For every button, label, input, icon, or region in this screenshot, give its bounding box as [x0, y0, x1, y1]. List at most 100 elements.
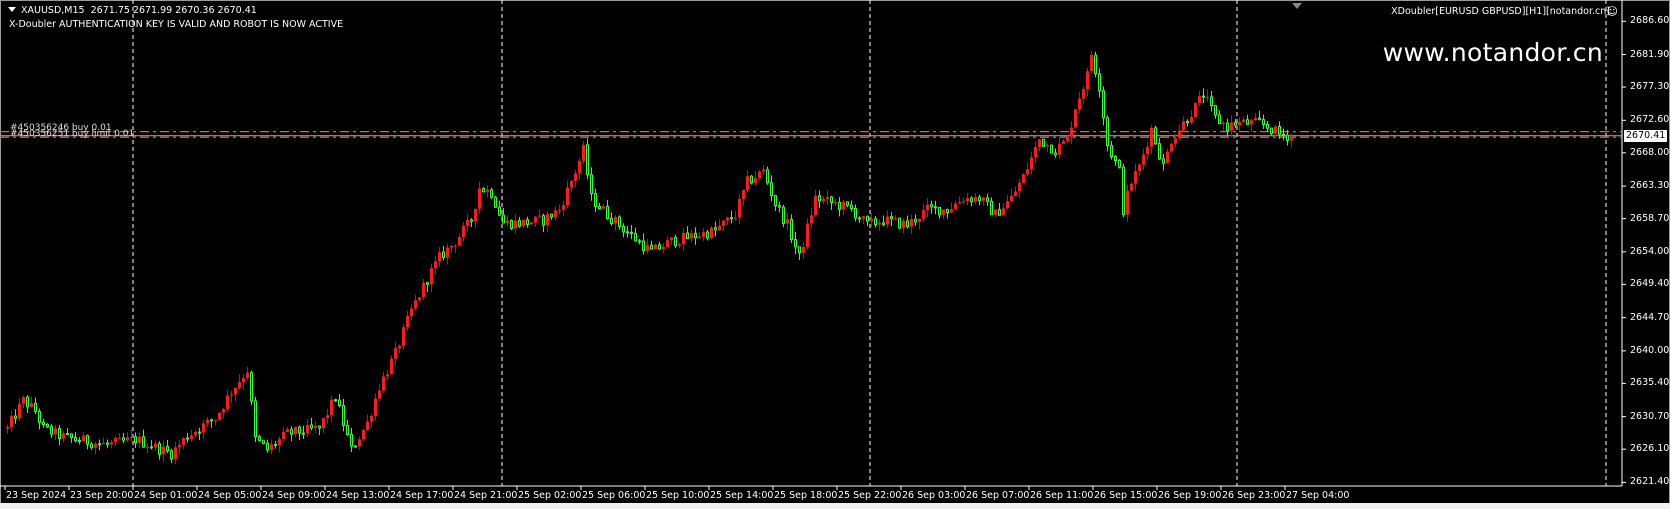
candle-body-bull: [1190, 117, 1193, 123]
candle-body-bull: [862, 216, 865, 219]
candle-body-bull: [538, 215, 541, 217]
candle-body-bull: [438, 252, 441, 262]
candle-body-bull: [306, 424, 309, 434]
candle-body-bull: [662, 246, 665, 250]
candle-body-bull: [702, 232, 705, 237]
time-tick-label: 25 Sep 10:00: [646, 490, 710, 501]
candle-body-bull: [962, 201, 965, 203]
candle-body-bear: [1114, 156, 1117, 162]
candle-body-bull: [922, 210, 925, 219]
candle-body-bear: [142, 436, 145, 448]
candle-body-bull: [414, 300, 417, 309]
candle-body-bear: [798, 246, 801, 254]
candle-body-bear: [134, 436, 137, 444]
price-tick-label: 2644.70: [1630, 311, 1670, 323]
candle-body-bull: [358, 439, 361, 447]
candle-body-bear: [1122, 166, 1125, 216]
candle-body-bear: [686, 232, 689, 239]
symbol-name: XAUUSD,M15: [21, 5, 85, 16]
price-tick-label: 2681.90: [1630, 48, 1670, 60]
candle-body-bull: [710, 227, 713, 238]
price-tick-label: 2654.00: [1630, 245, 1670, 257]
order-label-buy-limit[interactable]: #450356251 buy limit 0.01: [10, 129, 134, 139]
candle-body-bear: [882, 222, 885, 225]
candle-body-bear: [938, 206, 941, 216]
candle-body-bull: [450, 245, 453, 248]
candle-body-bull: [958, 202, 961, 204]
candle-body-bull: [754, 178, 757, 183]
time-tick-label: 24 Sep 21:00: [454, 490, 518, 501]
candle-body-bear: [1106, 117, 1109, 147]
candle-body-bear: [914, 218, 917, 223]
candle-body-bull: [826, 197, 829, 199]
candle-body-bull: [110, 442, 113, 445]
candle-body-bull: [562, 205, 565, 210]
price-tick-label: 2677.30: [1630, 81, 1670, 93]
candle-body-bull: [1074, 109, 1077, 128]
candle-body-bear: [854, 208, 857, 219]
candle-body-bull: [574, 173, 577, 182]
price-tick-label: 2658.70: [1630, 212, 1670, 224]
candle-body-bull: [6, 426, 9, 429]
candle-body-bear: [706, 231, 709, 239]
candle-body-bear: [830, 196, 833, 203]
candle-body-bull: [982, 197, 985, 201]
candle-body-bear: [1210, 96, 1213, 107]
candle-body-bull: [114, 438, 117, 443]
candle-body-bull: [806, 223, 809, 247]
candle-body-bull: [894, 218, 897, 220]
candle-body-bull: [670, 237, 673, 241]
candle-body-bull: [834, 202, 837, 204]
auth-message: X-Doubler AUTHENTICATION KEY IS VALID AN…: [9, 19, 344, 30]
smiley-icon[interactable]: ☺: [1607, 5, 1618, 18]
candle-body-bear: [978, 196, 981, 202]
candle-body-bear: [970, 197, 973, 203]
candle-body-bull: [1174, 138, 1177, 144]
candle-body-bull: [1062, 140, 1065, 144]
candle-body-bull: [1290, 136, 1293, 141]
candle-body-bull: [506, 220, 509, 224]
candle-body-bull: [786, 219, 789, 224]
watermark: www.notandor.cn: [1382, 38, 1603, 67]
candle-body-bull: [646, 245, 649, 251]
candle-body-bear: [1278, 126, 1281, 135]
candle-body-bear: [26, 396, 29, 408]
candle-body-bull: [126, 437, 129, 441]
candle-body-bull: [534, 216, 537, 223]
candle-body-bull: [718, 225, 721, 230]
candle-body-bear: [518, 220, 521, 227]
candle-body-bull: [1170, 143, 1173, 152]
candle-body-bull: [762, 169, 765, 172]
candle-body-bear: [550, 213, 553, 218]
candle-body-bull: [1082, 89, 1085, 99]
candle-body-bull: [1006, 201, 1009, 209]
collapse-triangle-icon[interactable]: [8, 7, 16, 12]
candle-body-bear: [1270, 127, 1273, 135]
price-tick-label: 2668.00: [1630, 146, 1670, 158]
price-chart[interactable]: [0, 0, 1670, 503]
candle-body-bear: [846, 201, 849, 206]
candle-body-bull: [18, 403, 21, 419]
candle-body-bear: [1214, 105, 1217, 116]
candle-body-bear: [1226, 122, 1229, 132]
candle-body-bull: [238, 382, 241, 388]
candle-body-bear: [266, 442, 269, 451]
candle-body-bear: [318, 425, 321, 429]
candle-body-bull: [478, 188, 481, 209]
candle-body-bear: [694, 232, 697, 239]
candle-body-bull: [398, 345, 401, 349]
candle-body-bear: [622, 225, 625, 233]
candle-body-bull: [458, 237, 461, 246]
candle-body-bear: [50, 426, 53, 435]
candle-body-bull: [682, 233, 685, 245]
candle-body-bull: [218, 412, 221, 420]
candle-body-bull: [1030, 157, 1033, 170]
candle-body-bull: [466, 219, 469, 226]
candle-body-bull: [446, 247, 449, 258]
candle-body-bear: [898, 217, 901, 229]
candle-body-bull: [386, 374, 389, 377]
candle-body-bull: [406, 316, 409, 328]
candle-body-bull: [30, 403, 33, 407]
candle-body-bear: [342, 404, 345, 426]
candle-body-bear: [98, 443, 101, 446]
